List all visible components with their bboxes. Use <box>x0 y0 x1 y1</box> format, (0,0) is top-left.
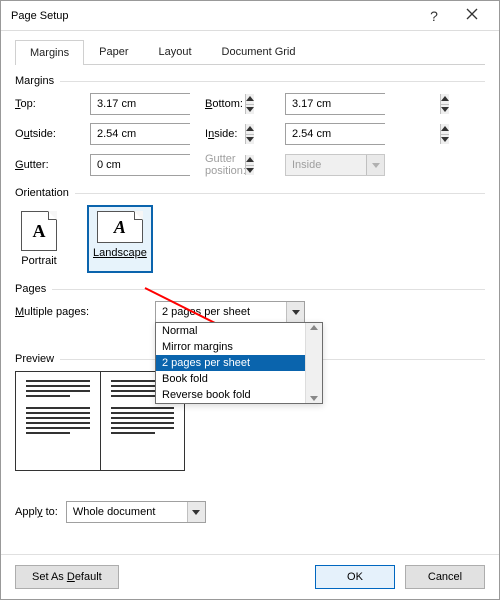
gutter-pos-value: Inside <box>286 159 366 171</box>
tab-document-grid[interactable]: Document Grid <box>207 39 311 64</box>
divider <box>75 193 485 194</box>
dropdown-scrollbar[interactable] <box>305 323 322 403</box>
orientation-portrait[interactable]: A Portrait <box>15 205 63 273</box>
outside-spinner[interactable] <box>90 123 190 145</box>
tab-margins[interactable]: Margins <box>15 40 84 65</box>
inside-input[interactable] <box>286 124 440 144</box>
orientation-heading: Orientation <box>15 187 69 199</box>
dialog-footer: Set As Default OK Cancel <box>1 554 499 599</box>
tab-paper[interactable]: Paper <box>84 39 143 64</box>
bottom-label: Bottom: <box>205 98 275 110</box>
cancel-button[interactable]: Cancel <box>405 565 485 589</box>
pages-heading: Pages <box>15 283 46 295</box>
page-setup-dialog: Page Setup ? Margins Paper Layout Docume… <box>0 0 500 600</box>
ok-label: OK <box>347 571 363 583</box>
inside-step-up[interactable] <box>441 124 449 135</box>
margins-heading: Margins <box>15 75 54 87</box>
apply-to-label: Apply to: <box>15 506 58 518</box>
help-icon: ? <box>430 8 438 24</box>
bottom-input[interactable] <box>286 94 440 114</box>
gutter-label: Gutter: <box>15 159 80 171</box>
gutter-spinner[interactable] <box>90 154 190 176</box>
portrait-icon: A <box>21 211 57 251</box>
preview-heading: Preview <box>15 353 54 365</box>
close-icon <box>466 8 478 23</box>
outside-label: Outside: <box>15 128 80 140</box>
inside-spinner[interactable] <box>285 123 385 145</box>
help-button[interactable]: ? <box>415 2 453 30</box>
multiple-pages-combo[interactable]: 2 pages per sheet <box>155 301 305 323</box>
apply-to-dropdown-button[interactable] <box>187 502 205 522</box>
option-2-pages-per-sheet[interactable]: 2 pages per sheet <box>156 355 322 371</box>
close-button[interactable] <box>453 2 491 30</box>
titlebar: Page Setup ? <box>1 1 499 31</box>
tab-strip: Margins Paper Layout Document Grid <box>15 39 485 65</box>
apply-to-combo[interactable]: Whole document <box>66 501 206 523</box>
scroll-up-icon <box>310 325 318 330</box>
divider <box>60 81 485 82</box>
option-reverse-book-fold[interactable]: Reverse book fold <box>156 387 322 403</box>
inside-step-down[interactable] <box>441 135 449 145</box>
option-mirror-margins[interactable]: Mirror margins <box>156 339 322 355</box>
set-as-default-button[interactable]: Set As Default <box>15 565 119 589</box>
margins-grid: Top: Bottom: Outside: Inside: Gutter: <box>15 93 485 177</box>
dialog-title: Page Setup <box>11 10 415 22</box>
gutter-pos-combo: Inside <box>285 154 385 176</box>
bottom-step-down[interactable] <box>441 105 449 115</box>
cancel-label: Cancel <box>428 571 462 583</box>
top-label: Top: <box>15 98 80 110</box>
ok-button[interactable]: OK <box>315 565 395 589</box>
bottom-spinner[interactable] <box>285 93 385 115</box>
multiple-pages-dropdown-list[interactable]: Normal Mirror margins 2 pages per sheet … <box>155 322 323 404</box>
gutter-pos-dropdown-button <box>366 155 384 175</box>
multiple-pages-value: 2 pages per sheet <box>156 306 286 318</box>
option-normal[interactable]: Normal <box>156 323 322 339</box>
apply-to-value: Whole document <box>67 506 187 518</box>
preview-page-left <box>16 372 101 470</box>
landscape-icon: A <box>97 211 143 243</box>
option-book-fold[interactable]: Book fold <box>156 371 322 387</box>
orientation-landscape[interactable]: A Landscape <box>87 205 153 273</box>
inside-label: Inside: <box>205 128 275 140</box>
scroll-down-icon <box>310 396 318 401</box>
tab-layout[interactable]: Layout <box>143 39 206 64</box>
gutter-pos-label: Gutter position: <box>205 153 275 177</box>
divider <box>52 289 485 290</box>
multiple-pages-dropdown-button[interactable] <box>286 302 304 322</box>
set-as-default-label: Set As Default <box>32 571 102 583</box>
top-spinner[interactable] <box>90 93 190 115</box>
portrait-label: Portrait <box>21 255 56 267</box>
landscape-label: Landscape <box>93 247 147 259</box>
bottom-step-up[interactable] <box>441 94 449 105</box>
multiple-pages-label: Multiple pages: <box>15 306 145 318</box>
